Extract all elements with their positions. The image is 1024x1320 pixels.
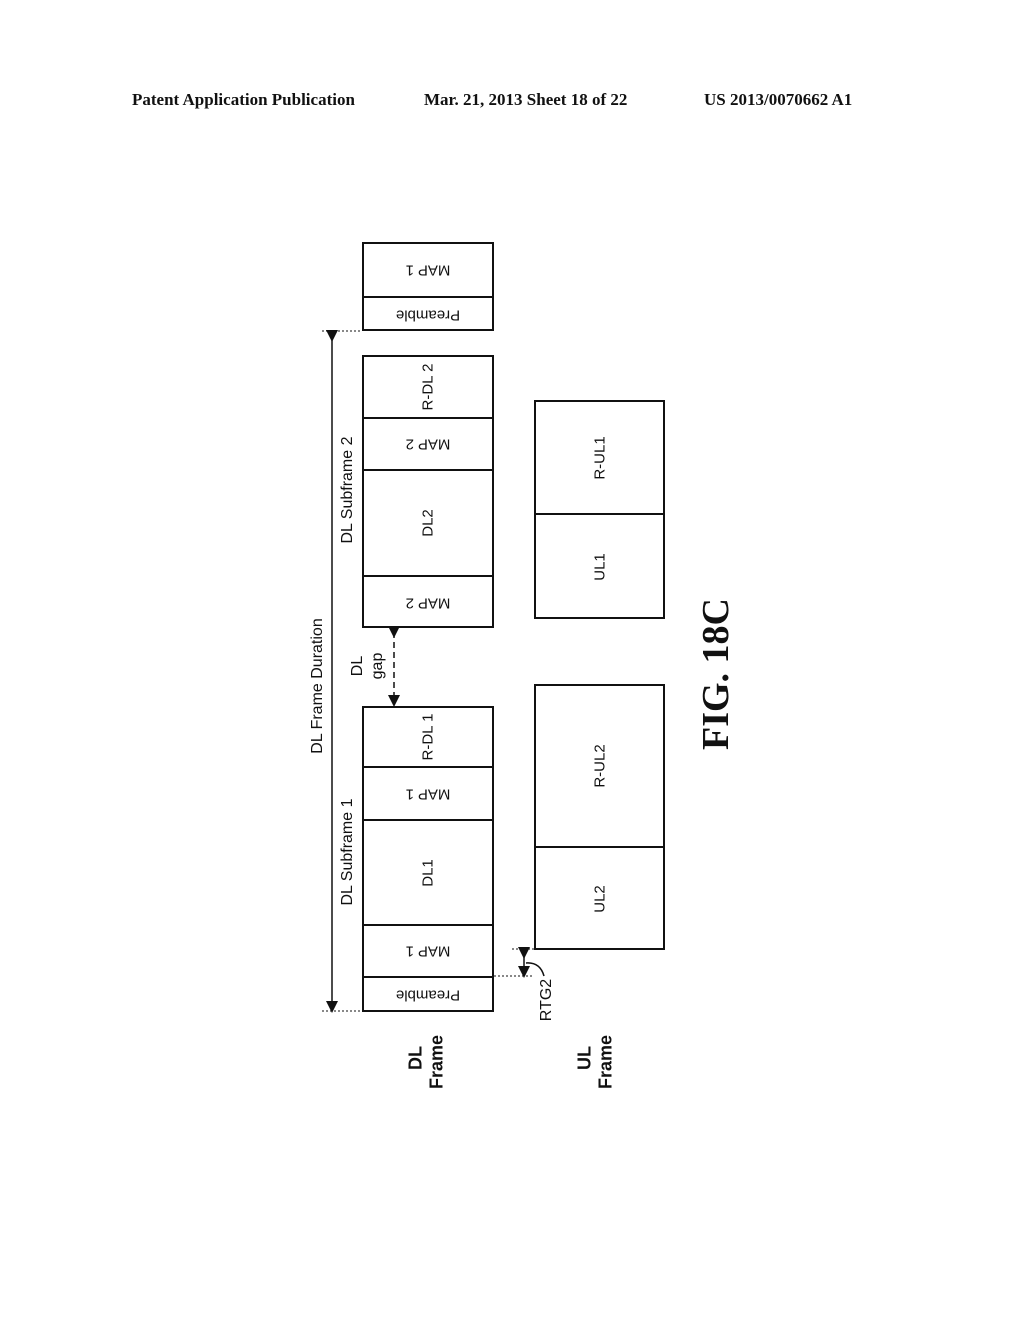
block-label: R-DL 1 [419,713,437,761]
sf2-map2-b: MAP 2 [364,419,492,471]
sf2-dl2: DL2 [364,471,492,577]
ul-frame-label-line1: UL [574,1046,595,1070]
ul-rul2: R-UL2 [536,686,663,848]
sf1-dl1: DL1 [364,821,492,926]
ul-rul1: R-UL1 [536,402,663,515]
block-label: R-UL1 [591,435,608,480]
next-frame-block: MAP 1 Preamble [362,242,494,331]
diagram-connectors [322,330,545,1013]
dl-gap-label-line2: gap [369,652,386,680]
next-frame-map1: MAP 1 [364,244,492,298]
block-label: Preamble [395,306,461,323]
block-label: DL1 [419,858,437,887]
ul-ul2: UL2 [536,848,663,950]
figure-caption: FIG. 18C [695,598,737,750]
subframe2-label: DL Subframe 2 [339,436,356,544]
block-label: R-DL 2 [419,363,437,411]
ul-ul1: UL1 [536,515,663,619]
dl-subframe-1: R-DL 1 MAP 1 DL1 MAP 1 Preamble [362,706,494,1012]
block-label: MAP 1 [405,261,451,279]
sf1-rdl1: R-DL 1 [364,708,492,768]
rdl1-text: R-DL 1 [419,713,437,761]
rtg2-label: RTG2 [538,978,555,1022]
block-label: MAP 2 [405,594,451,611]
dl-frame-label-line2: Frame [426,1034,447,1090]
sf1-map1-a: MAP 1 [364,926,492,978]
next-frame-preamble: Preamble [364,298,492,331]
dl-frame-label-line1: DL [405,1046,426,1070]
block-label: MAP 1 [405,785,451,802]
block-label: UL1 [591,553,608,581]
sf2-rdl2: R-DL 2 [364,357,492,419]
subframe1-label: DL Subframe 1 [339,798,356,906]
frame-duration-label: DL Frame Duration [309,618,326,754]
block-label: UL2 [591,885,608,913]
ul-frame-label-line2: Frame [595,1034,616,1090]
sf1-preamble: Preamble [364,978,492,1012]
dl-subframe-2: R-DL 2 MAP 2 DL2 MAP 2 [362,355,494,628]
block-label: MAP 2 [405,435,451,453]
sf1-map1-b: MAP 1 [364,768,492,821]
dl-gap-label-line1: DL [349,655,366,677]
rtg2-leader [525,962,545,977]
block-label: DL2 [419,509,437,537]
block-label: R-UL2 [591,744,608,788]
sf2-map2-a: MAP 2 [364,577,492,628]
ul-block-lower: R-UL2 UL2 [534,684,665,950]
rdl2-text: R-DL 2 [419,363,437,411]
ul-block-upper: R-UL1 UL1 [534,400,665,619]
block-label: MAP 1 [405,942,451,960]
block-label: Preamble [395,986,461,1004]
